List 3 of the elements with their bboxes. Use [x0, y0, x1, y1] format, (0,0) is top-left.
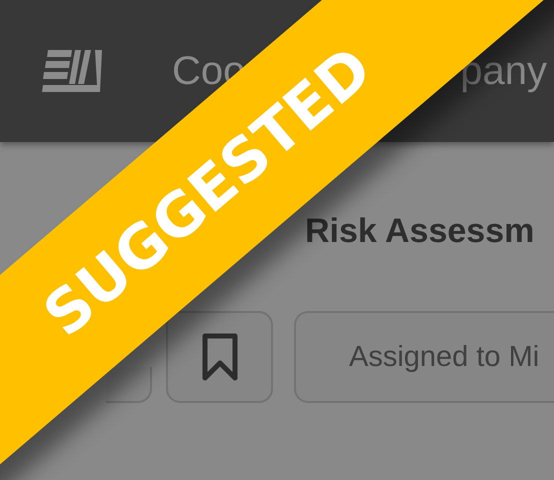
- bookmark-icon: [202, 333, 238, 381]
- assigned-button[interactable]: Assigned to Mi: [294, 311, 554, 403]
- header-title: pany: [460, 48, 547, 94]
